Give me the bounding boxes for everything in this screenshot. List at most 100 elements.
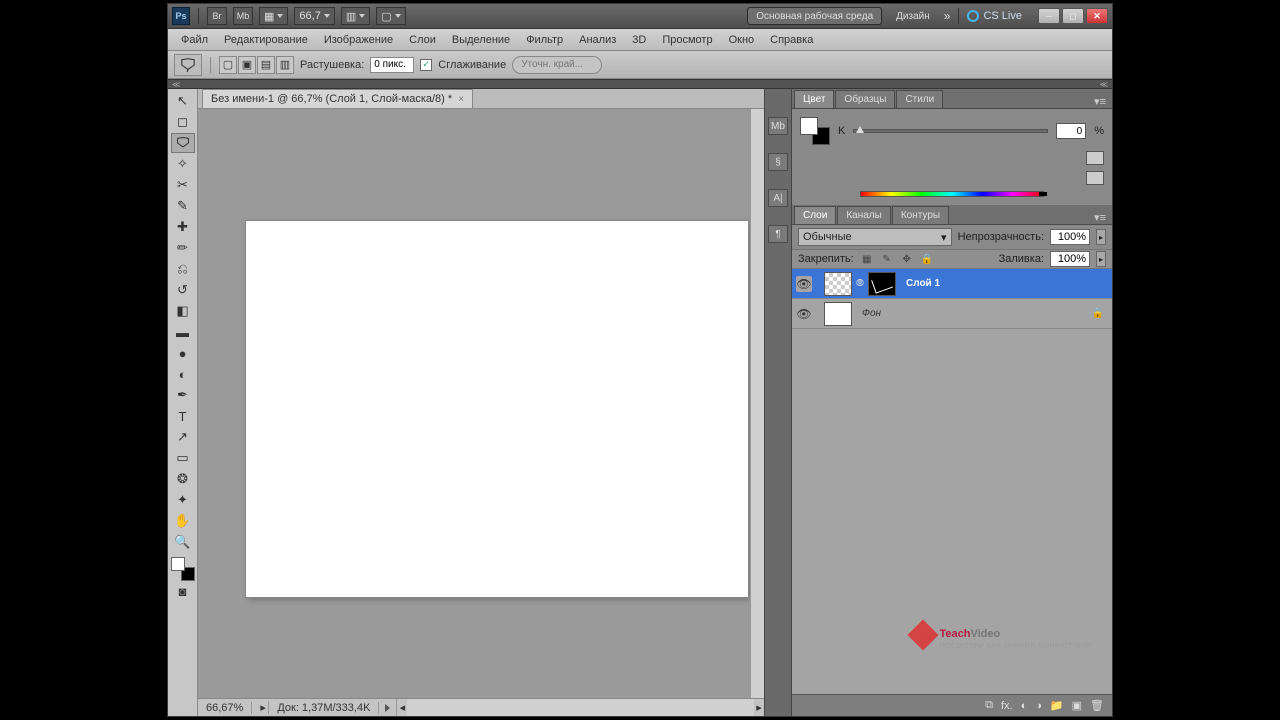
dock-minibridge-icon[interactable]: Mb <box>768 117 788 135</box>
fill-input[interactable] <box>1050 251 1090 267</box>
refine-edge-button[interactable]: Уточн. край... <box>512 56 602 74</box>
visibility-icon[interactable]: 👁 <box>796 306 812 322</box>
screenmode-dropdown[interactable]: ▢ <box>376 7 405 25</box>
lock-pixels-icon[interactable]: ✎ <box>880 252 894 266</box>
layer-thumbnail[interactable] <box>824 272 852 296</box>
color-swatches[interactable] <box>171 557 195 581</box>
pen-tool-icon[interactable]: ✒ <box>171 385 195 405</box>
bridge-button[interactable]: Br <box>207 7 227 25</box>
blur-tool-icon[interactable]: ● <box>171 343 195 363</box>
zoom-dropdown[interactable]: 66,7 <box>294 7 334 25</box>
opacity-input[interactable] <box>1050 229 1090 245</box>
layer-row[interactable]: 👁 Фон 🔒 <box>792 299 1112 329</box>
menu-file[interactable]: Файл <box>174 32 215 48</box>
dock-histogram-icon[interactable]: § <box>768 153 788 171</box>
maximize-button[interactable]: ◻ <box>1062 8 1084 24</box>
eraser-tool-icon[interactable]: ◧ <box>171 301 195 321</box>
cslive-button[interactable]: CS Live <box>967 10 1026 22</box>
tab-color[interactable]: Цвет <box>794 90 834 108</box>
canvas-viewport[interactable] <box>198 109 764 698</box>
close-button[interactable]: ✕ <box>1086 8 1108 24</box>
opacity-flyout-icon[interactable]: ▸ <box>1096 229 1106 245</box>
heal-tool-icon[interactable]: ✚ <box>171 217 195 237</box>
tab-layers[interactable]: Слои <box>794 206 836 224</box>
stamp-tool-icon[interactable]: ⎌ <box>171 259 195 279</box>
dock-paragraph-icon[interactable]: ¶ <box>768 225 788 243</box>
move-tool-icon[interactable]: ↖ <box>171 91 195 111</box>
tab-channels[interactable]: Каналы <box>837 206 891 224</box>
minimize-button[interactable]: ─ <box>1038 8 1060 24</box>
feather-input[interactable] <box>370 57 414 73</box>
lock-transparent-icon[interactable]: ▦ <box>860 252 874 266</box>
layers-panel-menu-icon[interactable]: ▾≡ <box>1088 211 1112 224</box>
fx-icon[interactable]: fx. <box>1001 700 1013 712</box>
menu-layer[interactable]: Слои <box>402 32 443 48</box>
color-panel-menu-icon[interactable]: ▾≡ <box>1088 95 1112 108</box>
3d-tool-icon[interactable]: ❂ <box>171 469 195 489</box>
marquee-tool-icon[interactable]: ◻ <box>171 112 195 132</box>
selection-add-icon[interactable]: ▣ <box>238 56 256 74</box>
default-bg-swatch[interactable] <box>1086 171 1104 185</box>
tab-close-icon[interactable]: × <box>458 94 464 105</box>
wand-tool-icon[interactable]: ✧ <box>171 154 195 174</box>
menu-analysis[interactable]: Анализ <box>572 32 623 48</box>
selection-new-icon[interactable]: ▢ <box>219 56 237 74</box>
vertical-scrollbar[interactable] <box>750 109 764 698</box>
menu-window[interactable]: Окно <box>722 32 762 48</box>
lock-position-icon[interactable]: ✥ <box>900 252 914 266</box>
dodge-tool-icon[interactable]: ◐ <box>171 364 195 384</box>
lock-all-icon[interactable]: 🔒 <box>920 252 934 266</box>
menu-3d[interactable]: 3D <box>625 32 653 48</box>
tab-styles[interactable]: Стили <box>896 90 943 108</box>
new-layer-icon[interactable]: ▣ <box>1072 699 1082 712</box>
status-zoom[interactable]: 66,67% <box>198 702 252 714</box>
dock-character-icon[interactable]: A| <box>768 189 788 207</box>
lasso-tool-icon[interactable] <box>171 133 195 153</box>
menu-filter[interactable]: Фильтр <box>519 32 570 48</box>
canvas[interactable] <box>246 221 748 597</box>
app-logo-icon[interactable]: Ps <box>172 7 190 25</box>
color-spectrum[interactable] <box>860 191 1044 197</box>
hand-tool-icon[interactable]: ✋ <box>171 511 195 531</box>
eyedropper-tool-icon[interactable]: ✎ <box>171 196 195 216</box>
link-icon[interactable]: ⦾ <box>856 278 864 289</box>
mask-thumbnail[interactable] <box>868 272 896 296</box>
brush-tool-icon[interactable]: ✏ <box>171 238 195 258</box>
current-tool-icon[interactable] <box>174 54 202 76</box>
visibility-icon[interactable]: 👁 <box>796 276 812 292</box>
mask-icon[interactable]: ◐ <box>1021 700 1028 712</box>
workspace-more-icon[interactable]: » <box>944 9 951 23</box>
color-panel-swatches[interactable] <box>800 117 830 145</box>
k-slider[interactable] <box>853 129 1048 133</box>
shape-tool-icon[interactable]: ▭ <box>171 448 195 468</box>
tab-paths[interactable]: Контуры <box>892 206 949 224</box>
layer-name[interactable]: Фон <box>862 308 881 319</box>
menu-image[interactable]: Изображение <box>317 32 400 48</box>
horizontal-scrollbar[interactable] <box>407 699 754 716</box>
quickmask-icon[interactable]: ◙ <box>171 581 195 601</box>
path-select-tool-icon[interactable]: ↗ <box>171 427 195 447</box>
zoom-tool-icon[interactable]: 🔍 <box>171 532 195 552</box>
history-brush-tool-icon[interactable]: ↺ <box>171 280 195 300</box>
antialias-checkbox[interactable]: ✓ <box>420 59 432 71</box>
status-flyout-icon[interactable] <box>385 704 390 712</box>
status-chevron-icon[interactable]: ▸ <box>252 701 269 714</box>
selection-subtract-icon[interactable]: ▤ <box>257 56 275 74</box>
view-extras-dropdown[interactable]: ▦ <box>259 7 288 25</box>
3d-camera-tool-icon[interactable]: ✦ <box>171 490 195 510</box>
blend-mode-select[interactable]: Обычные▾ <box>798 228 952 246</box>
k-value-input[interactable] <box>1056 123 1086 139</box>
default-fg-swatch[interactable] <box>1086 151 1104 165</box>
layer-row[interactable]: 👁 ⦾ Слой 1 <box>792 269 1112 299</box>
menu-view[interactable]: Просмотр <box>655 32 719 48</box>
workspace-design-button[interactable]: Дизайн <box>888 7 938 25</box>
menu-select[interactable]: Выделение <box>445 32 517 48</box>
menu-edit[interactable]: Редактирование <box>217 32 315 48</box>
link-layers-icon[interactable]: ⧉ <box>985 699 993 712</box>
type-tool-icon[interactable]: T <box>171 406 195 426</box>
status-docsize[interactable]: Док: 1,37M/333,4K <box>269 702 379 714</box>
selection-intersect-icon[interactable]: ▥ <box>276 56 294 74</box>
layer-name[interactable]: Слой 1 <box>906 278 940 289</box>
document-tab[interactable]: Без имени-1 @ 66,7% (Слой 1, Слой-маска/… <box>202 89 473 108</box>
fill-flyout-icon[interactable]: ▸ <box>1096 251 1106 267</box>
